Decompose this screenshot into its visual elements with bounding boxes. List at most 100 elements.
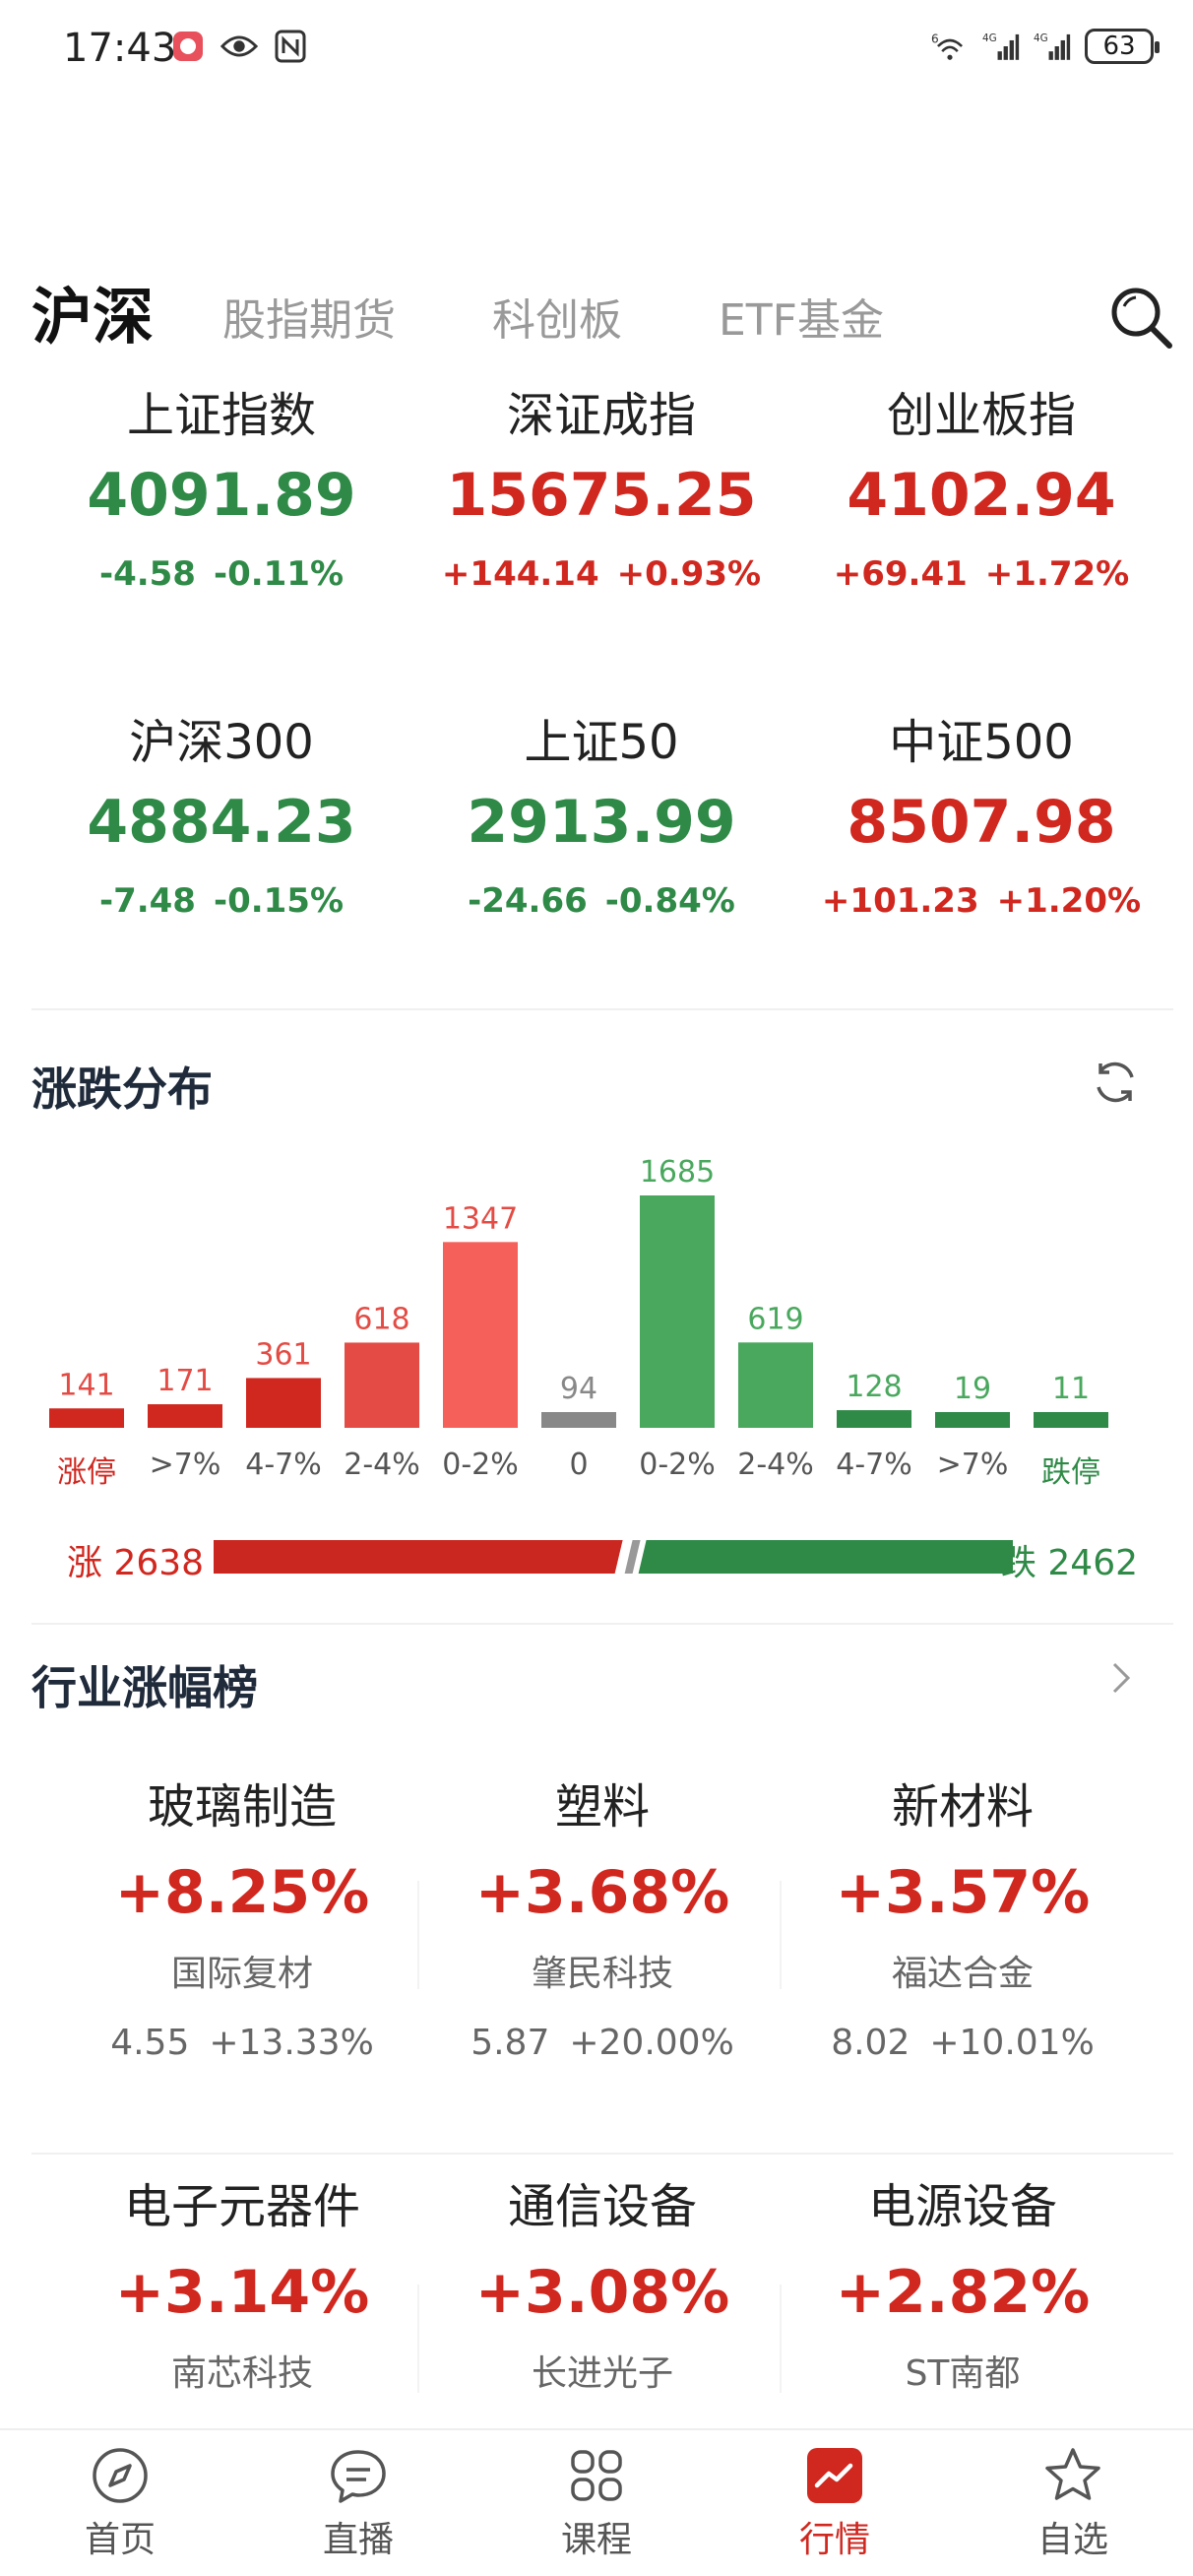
distribution-bar — [345, 1342, 419, 1428]
nav-live[interactable]: 直播 — [280, 2444, 437, 2562]
index-change: -4.58 — [98, 554, 196, 594]
distribution-category-label: 2-4% — [737, 1448, 814, 1482]
cellular-signal-icon: 4G — [982, 28, 1020, 65]
chat-bubble-icon — [331, 2450, 386, 2503]
index-card-chinext[interactable]: 创业板指 4102.94 +69.41 +1.72% — [791, 384, 1171, 605]
distribution-bar-value: 619 — [747, 1302, 803, 1336]
nav-home[interactable]: 首页 — [41, 2444, 199, 2562]
index-name: 上证指数 — [126, 388, 316, 443]
distribution-category-label: 0 — [569, 1448, 589, 1482]
index-change: -7.48 — [98, 881, 196, 921]
distribution-bar — [1034, 1412, 1108, 1428]
column-separator — [780, 2285, 782, 2393]
distribution-title: 涨跌分布 — [31, 1063, 213, 1116]
distribution-chart: 141 171 361 618 1347 94 1685 619 128 19 11 涨停 >7% 4-… — [31, 1152, 1173, 1507]
leading-stock: 福达合金 — [891, 1954, 1034, 1994]
industry-pct: +2.82% — [835, 2258, 1091, 2327]
distribution-bar — [541, 1412, 616, 1428]
nav-courses[interactable]: 课程 — [518, 2444, 675, 2562]
industry-title[interactable]: 行业涨幅榜 — [31, 1652, 258, 1717]
distribution-bar — [443, 1242, 518, 1428]
distribution-bar — [148, 1404, 222, 1428]
industry-card[interactable]: 玻璃制造 +8.25% 国际复材 4.55 +13.33% — [65, 1772, 419, 2078]
grid-icon — [571, 2450, 622, 2501]
industry-name: 通信设备 — [507, 2179, 697, 2234]
industry-card[interactable]: 塑料 +3.68% 肇民科技 5.87 +20.00% — [425, 1772, 780, 2078]
leading-stock-price: 8.02 — [831, 2023, 910, 2063]
industry-card[interactable]: 电子元器件 +3.14% 南芯科技 — [65, 2172, 419, 2409]
industry-pct: +3.57% — [835, 1858, 1091, 1927]
distribution-bar — [738, 1342, 813, 1428]
wifi-icon: 6 — [931, 28, 969, 65]
index-value: 4102.94 — [847, 461, 1116, 530]
up-count-label: 涨 2638 — [67, 1543, 205, 1583]
status-time: 17:43 — [63, 26, 177, 71]
distribution-bar-value: 11 — [1052, 1372, 1090, 1406]
distribution-bar — [640, 1195, 715, 1428]
leading-stock-price: 5.87 — [471, 2023, 550, 2063]
tab-index-futures[interactable]: 股指期货 — [222, 285, 396, 348]
index-pct: +0.93% — [616, 554, 762, 594]
signal-1-label: 4G — [982, 32, 997, 44]
index-value: 15675.25 — [446, 461, 757, 530]
distribution-bar-value: 618 — [353, 1302, 409, 1336]
index-value: 8507.98 — [847, 788, 1116, 857]
index-card-shenzhen[interactable]: 深证成指 15675.25 +144.14 +0.93% — [411, 384, 791, 605]
column-separator — [780, 1881, 782, 1989]
down-ratio-segment — [638, 1540, 1013, 1574]
nav-market[interactable]: 行情 — [756, 2444, 913, 2562]
star-icon — [1045, 2448, 1100, 2500]
nav-label: 自选 — [1036, 2520, 1108, 2560]
industry-name: 新材料 — [891, 1779, 1034, 1835]
cellular-signal-icon-2: 4G — [1034, 28, 1071, 65]
distribution-bar-value: 128 — [846, 1370, 902, 1404]
industry-card[interactable]: 通信设备 +3.08% 长进光子 — [425, 2172, 780, 2409]
distribution-category-label: 0-2% — [639, 1448, 716, 1482]
index-card-csi300[interactable]: 沪深300 4884.23 -7.48 -0.15% — [31, 711, 411, 932]
index-name: 创业板指 — [886, 388, 1076, 443]
leading-stock: 南芯科技 — [170, 2353, 313, 2394]
industry-pct: +8.25% — [114, 1858, 370, 1927]
market-tabs: 沪深 股指期货 科创板 ETF基金 — [31, 271, 1173, 359]
signal-2-label: 4G — [1034, 32, 1048, 44]
leading-stock-pct: +13.33% — [209, 2023, 374, 2063]
trend-chart-icon — [807, 2448, 862, 2503]
industry-name: 电源设备 — [867, 2179, 1057, 2234]
index-pct: -0.15% — [213, 881, 345, 921]
leading-stock-pct: +20.00% — [569, 2023, 734, 2063]
distribution-category-label: 4-7% — [245, 1448, 322, 1482]
distribution-bar-value: 1347 — [443, 1201, 518, 1236]
distribution-bar-value: 361 — [255, 1337, 311, 1372]
index-pct: -0.11% — [213, 554, 345, 594]
tab-etf-funds[interactable]: ETF基金 — [719, 285, 884, 348]
nav-label: 行情 — [798, 2520, 870, 2560]
index-name: 中证500 — [889, 715, 1074, 770]
refresh-icon[interactable] — [1089, 1056, 1142, 1109]
distribution-bar-value: 19 — [954, 1372, 991, 1406]
app-notification-icon — [169, 28, 207, 65]
down-count-label: 跌 2462 — [1000, 1543, 1138, 1583]
index-card-shanghai[interactable]: 上证指数 4091.89 -4.58 -0.11% — [31, 384, 411, 605]
distribution-category-label: >7% — [149, 1448, 221, 1482]
nav-watchlist[interactable]: 自选 — [994, 2444, 1152, 2562]
distribution-bar-value: 141 — [58, 1368, 114, 1402]
index-pct: -0.84% — [604, 881, 735, 921]
nav-label: 课程 — [560, 2520, 632, 2560]
industry-card[interactable]: 新材料 +3.57% 福达合金 8.02 +10.01% — [785, 1772, 1140, 2078]
industry-card[interactable]: 电源设备 +2.82% ST南都 — [785, 2172, 1140, 2409]
nav-label: 直播 — [322, 2520, 394, 2560]
chevron-right-icon[interactable] — [1099, 1656, 1142, 1700]
index-card-csi500[interactable]: 中证500 8507.98 +101.23 +1.20% — [791, 711, 1171, 932]
index-name: 上证50 — [524, 715, 679, 770]
eye-icon — [220, 28, 258, 65]
tab-hushen[interactable]: 沪深 — [31, 267, 154, 355]
industry-name: 塑料 — [554, 1779, 650, 1835]
section-divider — [31, 1623, 1173, 1625]
tab-star-market[interactable]: 科创板 — [492, 285, 622, 348]
index-card-sse50[interactable]: 上证50 2913.99 -24.66 -0.84% — [411, 711, 791, 932]
distribution-bars: 141 171 361 618 1347 94 1685 619 128 19 11 — [49, 1155, 1108, 1428]
index-value: 4884.23 — [87, 788, 356, 857]
search-icon[interactable] — [1108, 285, 1173, 350]
leading-stock-pct: +10.01% — [929, 2023, 1095, 2063]
distribution-bar — [935, 1412, 1010, 1428]
